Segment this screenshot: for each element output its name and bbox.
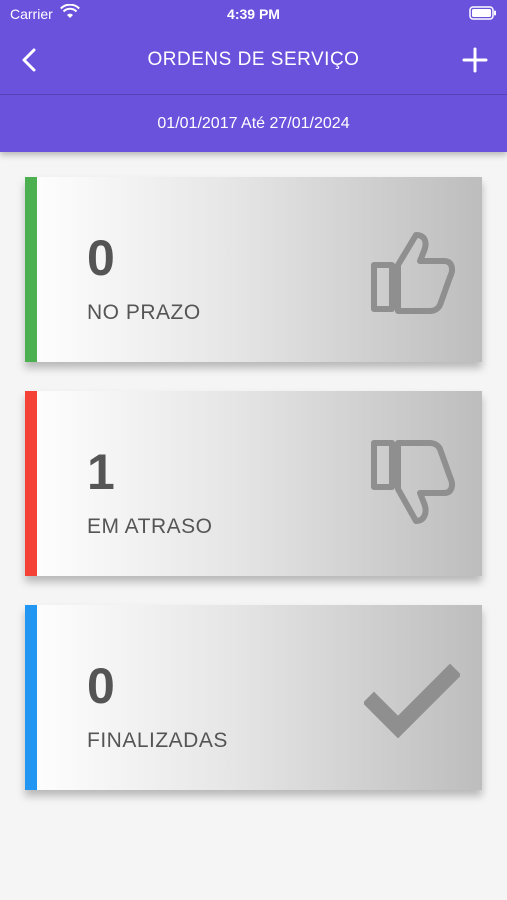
card-finalizadas[interactable]: 0 FINALIZADAS bbox=[25, 605, 482, 790]
header: Carrier 4:39 PM ORDENS DE SERVIÇO 01/01/… bbox=[0, 0, 507, 152]
card-label: FINALIZADAS bbox=[87, 729, 228, 752]
status-bar: Carrier 4:39 PM bbox=[0, 0, 507, 28]
header-divider bbox=[0, 94, 507, 95]
card-count: 0 bbox=[87, 230, 115, 286]
card-count: 1 bbox=[87, 444, 115, 500]
nav-bar: ORDENS DE SERVIÇO bbox=[0, 36, 507, 84]
plus-icon bbox=[462, 47, 488, 73]
battery-icon bbox=[469, 6, 497, 23]
thumbs-down-icon bbox=[364, 439, 460, 535]
card-count: 0 bbox=[87, 658, 115, 714]
card-no-prazo[interactable]: 0 NO PRAZO bbox=[25, 177, 482, 362]
status-time: 4:39 PM bbox=[227, 6, 280, 22]
card-accent-bar bbox=[25, 391, 37, 576]
checkmark-icon bbox=[362, 653, 462, 749]
date-range[interactable]: 01/01/2017 Até 27/01/2024 bbox=[0, 115, 507, 133]
add-button[interactable] bbox=[461, 46, 489, 74]
card-accent-bar bbox=[25, 177, 37, 362]
card-em-atraso[interactable]: 1 EM ATRASO bbox=[25, 391, 482, 576]
thumbs-up-icon bbox=[364, 225, 460, 321]
card-label: EM ATRASO bbox=[87, 515, 213, 538]
page-title: ORDENS DE SERVIÇO bbox=[147, 49, 360, 70]
card-label: NO PRAZO bbox=[87, 301, 201, 324]
card-accent-bar bbox=[25, 605, 37, 790]
